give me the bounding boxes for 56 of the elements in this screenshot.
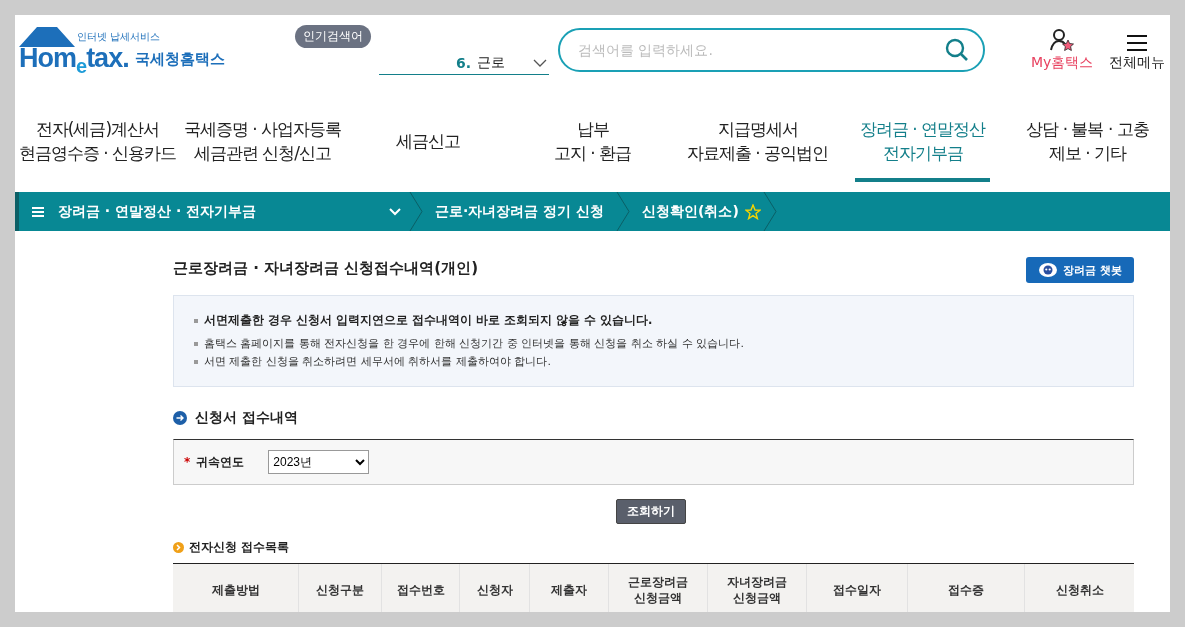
breadcrumb-item[interactable]: 신청확인(취소) xyxy=(630,192,751,231)
chevron-separator-icon xyxy=(616,192,631,231)
column-header: 신청취소 xyxy=(1024,564,1134,612)
menu-icon xyxy=(32,206,44,217)
header-link[interactable]: 전체메뉴 xyxy=(1109,34,1166,72)
chevron-separator-icon xyxy=(409,192,423,231)
search-button[interactable]: 조회하기 xyxy=(615,499,686,524)
header-link[interactable]: My홈택스 xyxy=(1031,28,1094,72)
star-icon[interactable] xyxy=(744,203,761,220)
main-menu-tab[interactable]: 장려금 · 연말정산 전자기부금 xyxy=(840,100,1005,182)
notice-text: 서면 제출한 신청을 취소하려면 세무서에 취하서를 제출하여야 합니다. xyxy=(204,354,551,369)
main-menu-tab[interactable]: 납부 고지 · 환급 xyxy=(510,100,675,182)
column-header: 제출방법 xyxy=(210,581,261,599)
popular-search-dropdown[interactable]: 6. 근로 xyxy=(379,51,549,75)
section-title: 신청서 접수내역 xyxy=(195,409,298,427)
bullet-icon xyxy=(194,359,198,364)
bullet-icon xyxy=(194,341,198,346)
chevron-circle-icon xyxy=(173,542,184,553)
column-header: 접수증 xyxy=(907,564,1024,612)
main-menu-tab[interactable]: 상담 · 불복 · 고충 제보 · 기타 xyxy=(1005,100,1170,182)
main-menu-tab[interactable]: 세금신고 xyxy=(345,100,510,182)
column-header: 신청자 xyxy=(459,564,529,612)
logo-site-name: 국세청홈택스 xyxy=(135,50,225,69)
chevron-down-icon xyxy=(533,58,547,67)
breadcrumb-item[interactable]: 근로·자녀장려금 정기 신청 xyxy=(423,192,617,231)
user-star-icon xyxy=(1049,28,1076,52)
chatbot-button[interactable]: 장려금 챗봇 xyxy=(1026,257,1134,283)
column-header: 접수일자 xyxy=(806,564,907,612)
logo-wordmark[interactable]: Hom$_{e}$tax. xyxy=(19,43,129,79)
bullet-icon xyxy=(194,318,198,323)
notice-text: 홈택스 홈페이지를 통해 전자신청을 한 경우에 한해 신청기간 중 인터넷을 통해 신청을 취소 하실 수 있습니다. xyxy=(204,336,744,351)
column-header: 접수번호 xyxy=(381,564,459,612)
year-select[interactable]: 2023년 xyxy=(268,450,370,474)
column-header: 신청구분 xyxy=(298,564,381,612)
logo-tagline: 인터넷 납세서비스 xyxy=(77,31,161,43)
main-menu-tab[interactable]: 국세증명 · 사업자등록 세금관련 신청/신고 xyxy=(180,100,345,182)
house-roof-icon xyxy=(17,25,77,49)
robot-icon xyxy=(1038,262,1059,278)
column-header: 근로장려금 신청금액 xyxy=(608,564,707,612)
search-field[interactable]: 검색어를 입력하세요. xyxy=(558,28,985,72)
list-title: 전자신청 접수목록 xyxy=(189,539,290,556)
search-icon[interactable] xyxy=(945,38,969,62)
arrow-circle-icon xyxy=(173,411,187,425)
chevron-down-icon xyxy=(389,207,401,216)
popular-search-badge: 인기검색어 xyxy=(295,25,371,48)
main-menu-tab[interactable]: 지급명세서 자료제출 · 공익법인 xyxy=(675,100,840,182)
breadcrumb-menu[interactable]: 장려금 · 연말정산 · 전자기부금 xyxy=(15,192,409,231)
required-mark: * xyxy=(184,455,191,469)
menu-icon xyxy=(1126,34,1149,52)
notice-text: 서면제출한 경우 신청서 입력지연으로 접수내역이 바로 조회되지 않을 수 있습니다. xyxy=(204,313,653,328)
main-menu-tab[interactable]: 전자(세금)계산서 현금영수증 · 신용카드 xyxy=(15,100,180,182)
column-header: 자녀장려금 신청금액 xyxy=(707,564,806,612)
field-label: 귀속연도 xyxy=(196,453,246,471)
column-header: 제출자 xyxy=(529,564,608,612)
chevron-separator-icon xyxy=(762,192,777,231)
page-title: 근로장려금 · 자녀장려금 신청접수내역(개인) xyxy=(173,258,479,278)
